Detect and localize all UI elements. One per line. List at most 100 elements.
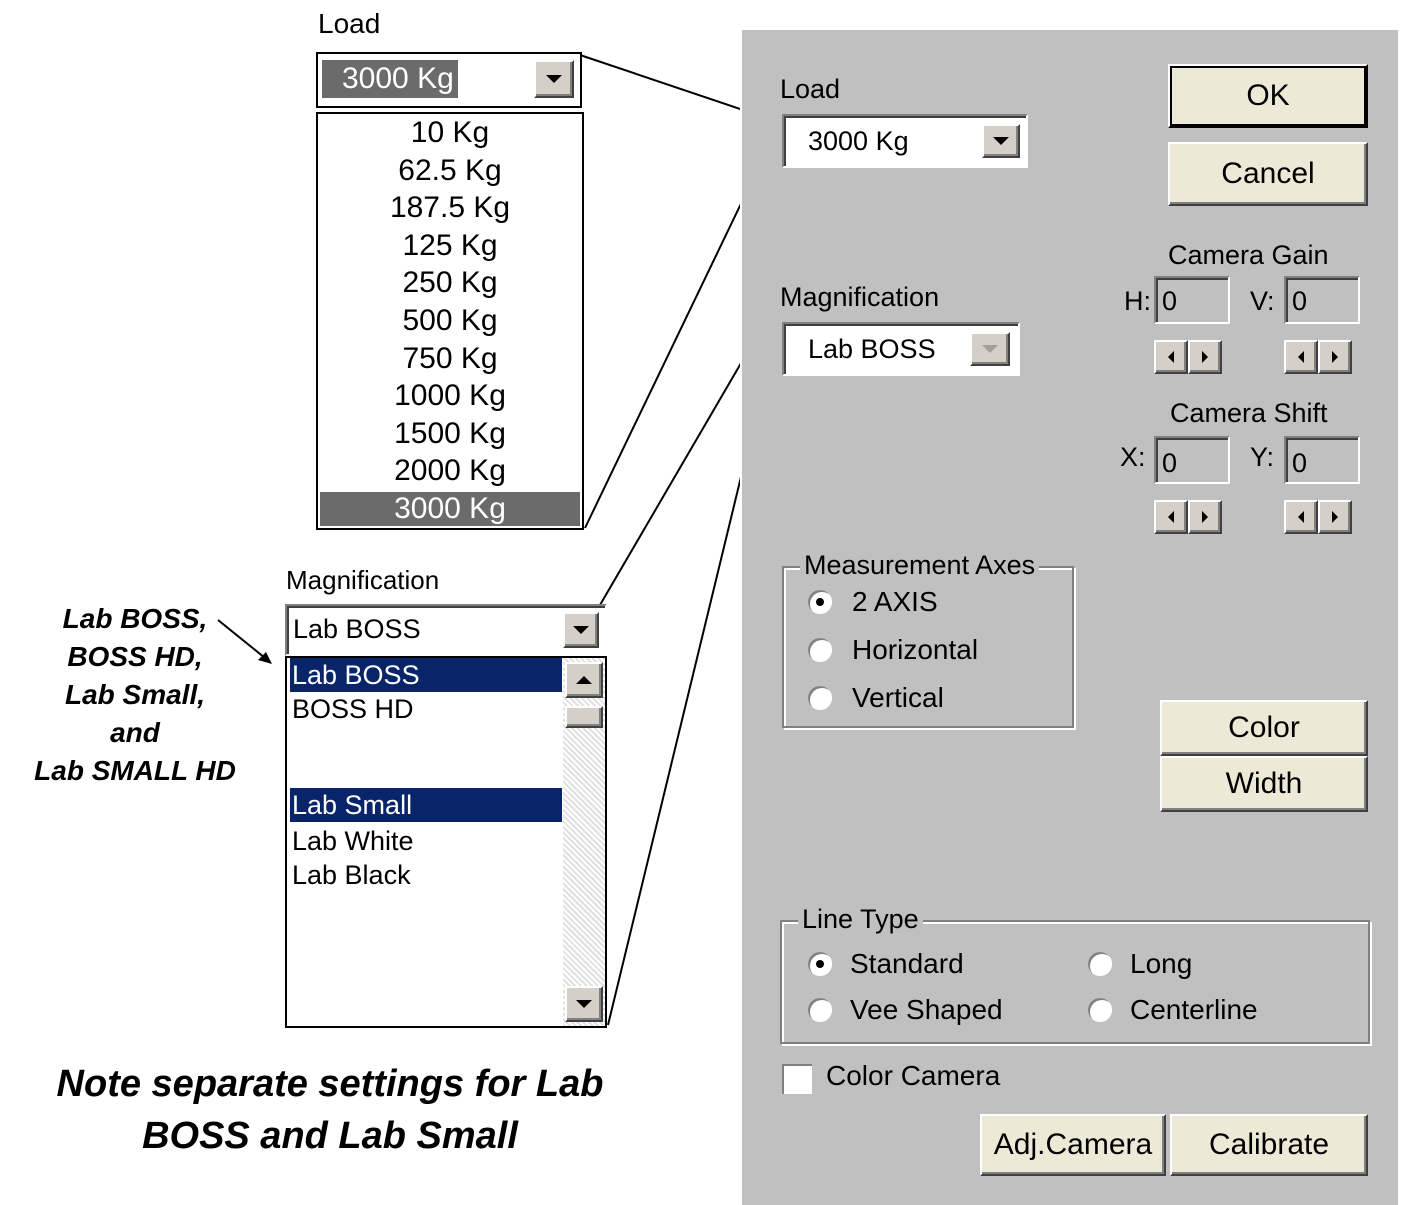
load-callout-combobox[interactable]: 3000 Kg: [316, 52, 582, 108]
camera-gain-h-label: H:: [1124, 286, 1151, 316]
line-centerline-radio[interactable]: [1088, 998, 1112, 1022]
camera-shift-title: Camera Shift: [1170, 398, 1328, 428]
color-camera-label[interactable]: Color Camera: [826, 1060, 1000, 1092]
side-annotation: Lab BOSS, BOSS HD, Lab Small, and Lab SM…: [0, 600, 270, 790]
chevron-up-icon: [576, 676, 592, 684]
camera-shift-y-value: 0: [1292, 448, 1308, 478]
chevron-down-icon: [982, 345, 998, 353]
load-option[interactable]: 2000 Kg: [320, 454, 580, 488]
arrow-left-icon: [1298, 511, 1304, 523]
camera-gain-h-field[interactable]: 0: [1154, 276, 1230, 324]
chevron-down-icon: [546, 75, 562, 83]
scrollbar-thumb[interactable]: [565, 706, 603, 728]
camera-gain-title: Camera Gain: [1168, 240, 1329, 270]
load-option[interactable]: 1000 Kg: [320, 379, 580, 413]
axes-2axis-label[interactable]: 2 AXIS: [852, 586, 938, 618]
camera-gain-h-value: 0: [1162, 286, 1178, 316]
arrow-right-icon: [1202, 511, 1208, 523]
line-vee-shaped-radio[interactable]: [808, 998, 832, 1022]
magnification-option[interactable]: Lab Black: [290, 858, 562, 892]
load-option[interactable]: 500 Kg: [320, 304, 580, 338]
camera-shift-y-increase-button[interactable]: [1318, 500, 1352, 534]
magnification-callout-selected-value: Lab BOSS: [293, 614, 421, 644]
scroll-down-button[interactable]: [565, 986, 603, 1022]
line-long-label[interactable]: Long: [1130, 948, 1192, 980]
camera-gain-v-field[interactable]: 0: [1284, 276, 1360, 324]
axes-horizontal-label[interactable]: Horizontal: [852, 634, 978, 666]
line-long-radio[interactable]: [1088, 952, 1112, 976]
side-annotation-line: BOSS HD,: [67, 641, 203, 672]
load-option[interactable]: 187.5 Kg: [320, 191, 580, 225]
magnification-value: Lab BOSS: [808, 334, 936, 364]
arrow-left-icon: [1168, 351, 1174, 363]
line-type-title: Line Type: [798, 904, 923, 935]
load-option[interactable]: 750 Kg: [320, 342, 580, 376]
axes-vertical-label[interactable]: Vertical: [852, 682, 944, 714]
arrow-right-icon: [1202, 351, 1208, 363]
camera-shift-x-decrease-button[interactable]: [1154, 500, 1188, 534]
camera-gain-h-increase-button[interactable]: [1188, 340, 1222, 374]
magnification-option[interactable]: Lab BOSS: [290, 658, 562, 692]
magnification-combobox[interactable]: Lab BOSS: [782, 322, 1020, 376]
cancel-button[interactable]: Cancel: [1168, 142, 1368, 206]
calibrate-button[interactable]: Calibrate: [1170, 1114, 1368, 1176]
magnification-option[interactable]: BOSS HD: [290, 692, 562, 726]
line-standard-radio[interactable]: [808, 952, 832, 976]
camera-gain-v-label: V:: [1250, 286, 1275, 316]
magnification-option[interactable]: Lab Small: [290, 788, 562, 822]
load-option[interactable]: 3000 Kg: [320, 492, 580, 526]
camera-shift-y-label: Y:: [1250, 442, 1275, 472]
line-vee-shaped-label[interactable]: Vee Shaped: [850, 994, 1003, 1026]
chevron-down-icon: [573, 626, 589, 634]
load-callout-dropdown-button[interactable]: [534, 60, 574, 98]
measurement-axes-title: Measurement Axes: [800, 550, 1040, 581]
camera-gain-v-decrease-button[interactable]: [1284, 340, 1318, 374]
scroll-up-button[interactable]: [565, 662, 603, 698]
camera-shift-x-value: 0: [1162, 448, 1178, 478]
arrow-left-icon: [1298, 351, 1304, 363]
load-option[interactable]: 250 Kg: [320, 266, 580, 300]
magnification-dropdown-button[interactable]: [970, 332, 1010, 366]
ok-button[interactable]: OK: [1168, 64, 1368, 128]
load-label: Load: [780, 74, 841, 104]
camera-shift-x-field[interactable]: 0: [1154, 436, 1230, 484]
arrow-left-icon: [1168, 511, 1174, 523]
camera-shift-y-field[interactable]: 0: [1284, 436, 1360, 484]
bottom-annotation: Note separate settings for Lab BOSS and …: [0, 1058, 660, 1162]
line-centerline-label[interactable]: Centerline: [1130, 994, 1258, 1026]
magnification-option[interactable]: Lab White: [290, 824, 562, 858]
adj-camera-button[interactable]: Adj.Camera: [980, 1114, 1166, 1176]
magnification-callout-dropdown-button[interactable]: [563, 612, 599, 648]
magnification-label: Magnification: [780, 282, 940, 312]
load-option[interactable]: 10 Kg: [320, 116, 580, 150]
side-annotation-line: Lab Small,: [64, 679, 206, 710]
axes-2axis-radio[interactable]: [808, 590, 832, 614]
camera-shift-y-decrease-button[interactable]: [1284, 500, 1318, 534]
camera-gain-v-increase-button[interactable]: [1318, 340, 1352, 374]
magnification-list-scrollbar[interactable]: [563, 658, 605, 1026]
load-option[interactable]: 1500 Kg: [320, 417, 580, 451]
load-callout-selected-value: 3000 Kg: [322, 60, 458, 98]
color-button[interactable]: Color: [1160, 700, 1368, 756]
side-annotation-line: Lab SMALL HD: [34, 755, 236, 786]
load-option[interactable]: 125 Kg: [320, 229, 580, 263]
load-combobox[interactable]: 3000 Kg: [782, 114, 1028, 168]
load-option[interactable]: 62.5 Kg: [320, 154, 580, 188]
load-value: 3000 Kg: [808, 126, 909, 156]
camera-gain-v-value: 0: [1292, 286, 1308, 316]
chevron-down-icon: [993, 137, 1009, 145]
load-dropdown-button[interactable]: [982, 124, 1020, 158]
color-camera-checkbox[interactable]: [782, 1064, 812, 1094]
arrow-right-icon: [1332, 511, 1338, 523]
camera-gain-h-decrease-button[interactable]: [1154, 340, 1188, 374]
chevron-down-icon: [576, 1000, 592, 1008]
camera-shift-x-label: X:: [1120, 442, 1146, 472]
side-annotation-line: Lab BOSS,: [62, 603, 208, 634]
width-button[interactable]: Width: [1160, 756, 1368, 812]
magnification-callout-label: Magnification: [286, 565, 440, 595]
camera-shift-x-increase-button[interactable]: [1188, 500, 1222, 534]
axes-vertical-radio[interactable]: [808, 686, 832, 710]
line-standard-label[interactable]: Standard: [850, 948, 964, 980]
axes-horizontal-radio[interactable]: [808, 638, 832, 662]
magnification-callout-combobox[interactable]: Lab BOSS: [285, 604, 607, 656]
